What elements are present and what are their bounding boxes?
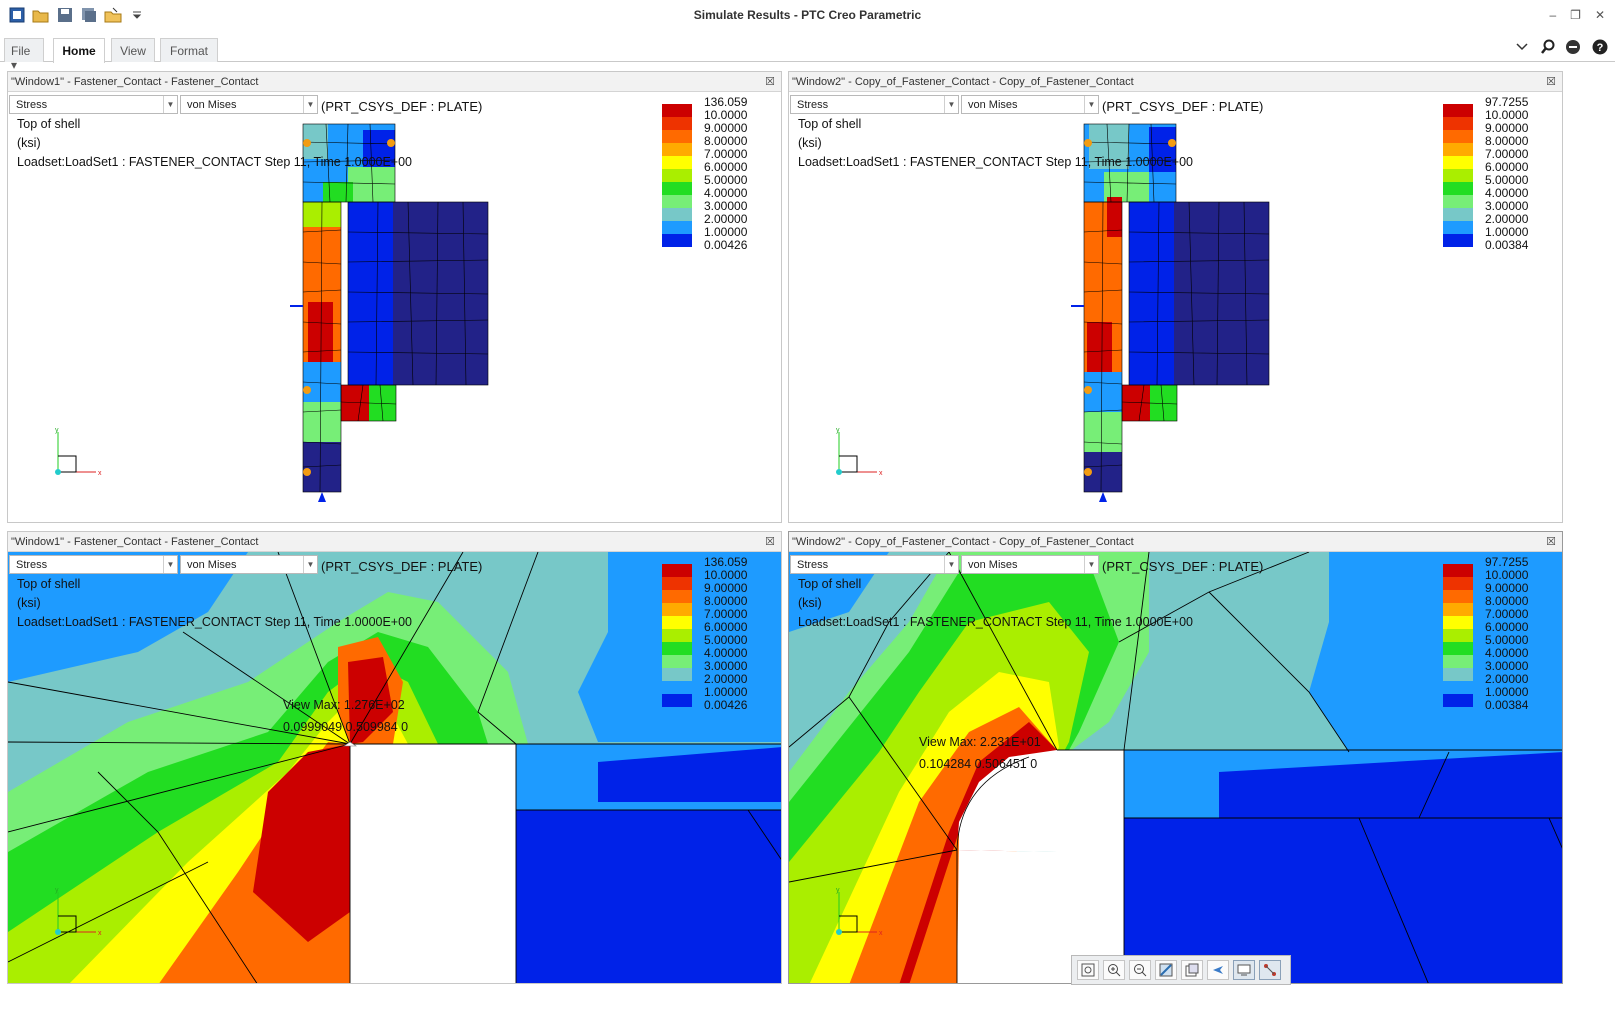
window-title-bar: "Window2" - Copy_of_Fastener_Contact - C… [789, 532, 1562, 552]
tab-format[interactable]: Format [160, 38, 218, 62]
result-info: Top of shell (ksi) Loadset:LoadSet1 : FAST… [798, 117, 1194, 169]
refit-icon[interactable] [1077, 960, 1099, 980]
window-title-bar: "Window1" - Fastener_Contact - Fastener_… [8, 532, 781, 552]
zoom-in-icon[interactable] [1103, 960, 1125, 980]
window-title-bar: "Window1" - Fastener_Contact - Fastener_… [8, 72, 781, 92]
svg-text:y: y [55, 428, 59, 434]
svg-text:x: x [879, 930, 883, 937]
quantity-dropdown[interactable]: Stress ▼ [9, 95, 178, 114]
tab-file[interactable]: File ▾ [4, 38, 44, 72]
window-title-bar: "Window2" - Copy_of_Fastener_Contact - C… [789, 72, 1562, 92]
window-title: Simulate Results - PTC Creo Parametric [693, 8, 922, 22]
quantity-dropdown[interactable]: Stress ▼ [9, 555, 178, 574]
minimize-icon[interactable]: ‒ [1549, 8, 1556, 22]
close-window-icon[interactable]: ☒ [765, 535, 775, 548]
svg-text:?: ? [1597, 42, 1604, 54]
svg-text:y: y [55, 888, 59, 894]
title-bar: Simulate Results - PTC Creo Parametric ‒… [0, 0, 1615, 32]
ribbon-right-tools: ? [1513, 38, 1609, 56]
results-window-2[interactable]: "Window2" - Copy_of_Fastener_Contact - C… [788, 71, 1563, 523]
tab-view[interactable]: View [111, 38, 155, 62]
coordinate-system-label: (PRT_CSYS_DEF : PLATE) [321, 559, 483, 574]
zoom-out-icon[interactable] [1129, 960, 1151, 980]
axis-triad-icon: xy [55, 888, 102, 937]
result-info: Top of shell (ksi) Loadset:LoadSet1 : FAST… [798, 577, 1194, 629]
quantity-dropdown[interactable]: Stress ▼ [790, 95, 959, 114]
axis-triad-icon: xy [836, 888, 883, 937]
window-controls: ‒ ❐ ✕ [1549, 8, 1605, 22]
community-icon[interactable] [1565, 38, 1583, 56]
help-icon[interactable]: ? [1591, 38, 1609, 56]
svg-text:y: y [836, 888, 840, 894]
spin-center-icon[interactable] [1207, 960, 1229, 980]
ribbon: File ▾ Home View Format ? [0, 36, 1615, 72]
result-info: Top of shell (ksi) Loadset:LoadSet1 : FAST… [17, 577, 413, 629]
results-window-1[interactable]: "Window1" - Fastener_Contact - Fastener_… [7, 71, 782, 523]
axis-triad-icon: xy [55, 428, 102, 477]
saved-views-icon[interactable] [1181, 960, 1203, 980]
close-window-icon[interactable]: ☒ [1546, 75, 1556, 88]
restore-icon[interactable]: ❐ [1570, 8, 1581, 22]
component-dropdown[interactable]: von Mises ▼ [961, 95, 1099, 114]
results-window-4[interactable]: "Window2" - Copy_of_Fastener_Contact - C… [788, 531, 1563, 984]
close-window-icon[interactable]: ☒ [765, 75, 775, 88]
coordinate-system-label: (PRT_CSYS_DEF : PLATE) [321, 99, 483, 114]
search-icon[interactable] [1539, 38, 1557, 56]
view-max-label: View Max: 2.231E+01 0.104284 0.506451 0 [919, 735, 1041, 771]
component-dropdown[interactable]: von Mises ▼ [180, 555, 318, 574]
repaint-icon[interactable] [1155, 960, 1177, 980]
close-window-icon[interactable]: ☒ [1546, 535, 1556, 548]
collapse-ribbon-icon[interactable] [1513, 38, 1531, 56]
coordinate-system-label: (PRT_CSYS_DEF : PLATE) [1102, 99, 1264, 114]
svg-text:x: x [879, 470, 883, 477]
model-display-icon[interactable] [1233, 960, 1255, 980]
graphics-toolbar [1071, 955, 1291, 985]
coordinate-system-label: (PRT_CSYS_DEF : PLATE) [1102, 559, 1264, 574]
result-info: Top of shell (ksi) Loadset:LoadSet1 : FAST… [17, 117, 413, 169]
component-dropdown[interactable]: von Mises ▼ [961, 555, 1099, 574]
axis-triad-icon: xy [836, 428, 883, 477]
quantity-dropdown[interactable]: Stress ▼ [790, 555, 959, 574]
view-max-label: View Max: 1.276E+02 0.0999049 0.509984 0 [283, 698, 409, 734]
component-dropdown[interactable]: von Mises ▼ [180, 95, 318, 114]
svg-text:y: y [836, 428, 840, 434]
svg-text:x: x [98, 930, 102, 937]
datum-display-icon[interactable] [1259, 960, 1281, 980]
results-window-3[interactable]: "Window1" - Fastener_Contact - Fastener_… [7, 531, 782, 984]
svg-text:x: x [98, 470, 102, 477]
tab-home[interactable]: Home [53, 38, 105, 63]
close-icon[interactable]: ✕ [1595, 8, 1605, 22]
